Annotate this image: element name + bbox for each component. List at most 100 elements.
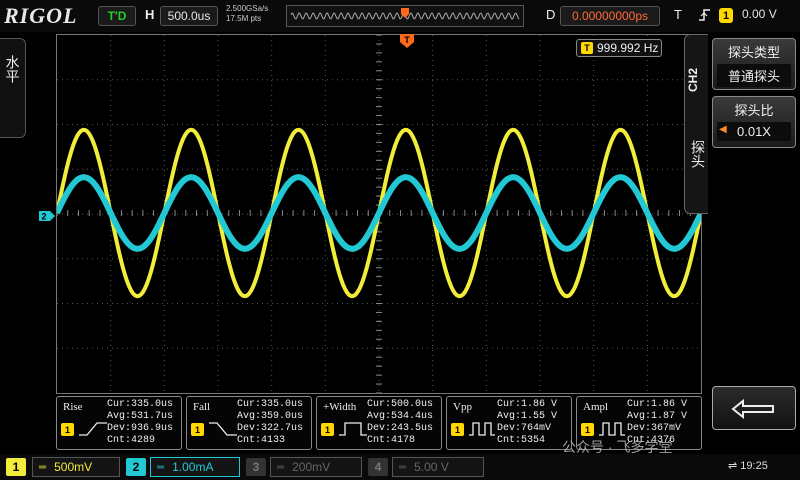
trigger-level[interactable]: 0.00 V [742, 7, 777, 21]
clock: 19:25 [740, 460, 768, 472]
measurement-avg: Avg:534.4us [367, 411, 434, 422]
measurement-cur: Cur:335.0us [237, 399, 304, 410]
waveform-display [54, 34, 704, 394]
ch2-coupling-icon: ═ [157, 461, 165, 473]
memory-waveform-icon [290, 8, 520, 20]
ch2-scale: 1.00mA [172, 460, 214, 474]
ch4-coupling-icon: ═ [399, 461, 407, 473]
probe-type-button[interactable]: 探头类型 普通探头 [712, 38, 796, 90]
run-state-badge[interactable]: T'D [98, 6, 136, 26]
measurement-cur: Cur:335.0us [107, 399, 174, 410]
probe-ratio-value-box: ◀ 0.01X [717, 122, 791, 141]
ch3-scale: 200mV [292, 460, 331, 474]
ch1-number[interactable]: 1 [6, 458, 26, 476]
trigger-label: T [674, 7, 682, 22]
ch3-coupling-icon: ═ [277, 461, 285, 473]
frequency-value: 999.992 Hz [597, 41, 659, 55]
measurement-avg: Avg:531.7us [107, 411, 174, 422]
measurement-cur: Cur:1.86 V [627, 399, 688, 410]
measurement-values: Cur:335.0us Avg:531.7us Dev:936.9us Cnt:428… [107, 399, 173, 447]
ch4-scale: 5.00 V [414, 460, 449, 474]
ch2-offset-marker[interactable]: 2 [38, 209, 56, 227]
ch3-scale-box[interactable]: ═ 200mV [270, 457, 362, 477]
measurement-type-icon [79, 422, 107, 436]
measurement-avg: Avg:1.87 V [627, 411, 688, 422]
measurement-avg: Avg:359.0us [237, 411, 304, 422]
ch3-number[interactable]: 3 [246, 458, 266, 476]
ch1-coupling-icon: ═ [39, 461, 47, 473]
memory-depth: 17.5M pts [226, 14, 262, 23]
timebase-value[interactable]: 500.0us [160, 6, 218, 26]
ch2-menu-tab[interactable] [684, 34, 708, 214]
measurement-values: Cur:1.86 V Avg:1.55 V Dev:764mV Cnt:5354 [497, 399, 557, 447]
measurement-vpp[interactable]: Vpp 1 Cur:1.86 V Avg:1.55 V Dev:764mV Cnt:535… [446, 396, 572, 450]
probe-ratio-title: 探头比 [734, 103, 774, 118]
measurement-cur: Cur:500.0us [367, 399, 434, 410]
measurement-channel-badge: 1 [321, 423, 334, 436]
measurement-width[interactable]: +Width 1 Cur:500.0us Avg:534.4us Dev:243.5us… [316, 396, 442, 450]
probe-type-title: 探头类型 [727, 45, 780, 60]
horizontal-menu-tab[interactable]: 水平 [0, 38, 26, 138]
probe-ratio-value: 0.01X [737, 124, 771, 139]
measurement-dev: Dev:936.9us [107, 423, 174, 434]
measurement-cnt: Cnt:4133 [237, 435, 286, 446]
measurement-name: Rise [63, 401, 83, 413]
measurement-dev: Dev:243.5us [367, 423, 434, 434]
frequency-counter: T 999.992 Hz [576, 39, 662, 57]
sample-rate: 2.500GSa/s [226, 4, 269, 13]
measurement-dev: Dev:322.7us [237, 423, 304, 434]
ch1-scale: 500mV [54, 460, 93, 474]
usb-icon: ⇌ [728, 460, 738, 472]
measurement-name: Fall [193, 401, 211, 413]
ch2-number[interactable]: 2 [126, 458, 146, 476]
measurement-name: Vpp [453, 401, 472, 413]
measurement-type-icon [599, 422, 625, 436]
measurement-channel-badge: 1 [61, 423, 74, 436]
brand-logo: RIGOL [4, 3, 78, 28]
trigger-freq-badge: T [581, 42, 593, 54]
measurement-cnt: Cnt:5354 [497, 435, 546, 446]
ch4-number[interactable]: 4 [368, 458, 388, 476]
watermark: 公众号 · 飞多学堂 [562, 439, 673, 455]
trigger-marker-label: T [404, 35, 410, 45]
trigger-source-badge[interactable]: 1 [719, 8, 733, 23]
measurement-cnt: Cnt:4289 [107, 435, 156, 446]
delay-value[interactable]: 0.00000000ps [560, 6, 660, 26]
measurement-values: Cur:500.0us Avg:534.4us Dev:243.5us Cnt:417… [367, 399, 433, 447]
probe-type-value: 普通探头 [717, 64, 791, 87]
measurement-type-icon [469, 422, 495, 436]
measurement-avg: Avg:1.55 V [497, 411, 558, 422]
delay-label: D [546, 7, 556, 22]
measurement-channel-badge: 1 [451, 423, 464, 436]
measurement-channel-badge: 1 [191, 423, 204, 436]
measurement-fall[interactable]: Fall 1 Cur:335.0us Avg:359.0us Dev:322.7us Cn… [186, 396, 312, 450]
trigger-position-bar[interactable] [286, 5, 524, 27]
knob-arrow-icon: ◀ [719, 124, 727, 135]
measurement-values: Cur:335.0us Avg:359.0us Dev:322.7us Cnt:413… [237, 399, 303, 447]
ch2-marker-label: 2 [41, 212, 46, 222]
return-arrow-icon [731, 398, 774, 419]
measurement-type-icon [209, 422, 237, 436]
ch4-scale-box[interactable]: ═ 5.00 V [392, 457, 484, 477]
rising-edge-icon [698, 7, 712, 26]
measurement-name: +Width [323, 401, 357, 413]
measurement-cnt: Cnt:4178 [367, 435, 416, 446]
return-button[interactable] [712, 386, 796, 430]
waveform-grid[interactable] [54, 34, 704, 394]
ch1-scale-box[interactable]: ═ 500mV [32, 457, 120, 477]
horizontal-label: H [145, 7, 155, 22]
probe-side-label: 探头 [690, 140, 706, 168]
measurement-dev: Dev:764mV [497, 423, 552, 434]
measurement-dev: Dev:367mV [627, 423, 682, 434]
measurement-type-icon [339, 422, 367, 436]
measurement-channel-badge: 1 [581, 423, 594, 436]
ch2-tab-label: CH2 [686, 67, 700, 92]
trigger-position-marker: T [399, 33, 415, 54]
status-area: ⇌ 19:25 [728, 459, 768, 472]
probe-ratio-button[interactable]: 探头比 ◀ 0.01X [712, 96, 796, 148]
sample-rate-info: 2.500GSa/s 17.5M pts [226, 4, 268, 24]
ch2-scale-box[interactable]: ═ 1.00mA [150, 457, 240, 477]
measurement-rise[interactable]: Rise 1 Cur:335.0us Avg:531.7us Dev:936.9us Cn… [56, 396, 182, 450]
measurement-cur: Cur:1.86 V [497, 399, 558, 410]
measurement-name: Ampl [583, 401, 609, 413]
